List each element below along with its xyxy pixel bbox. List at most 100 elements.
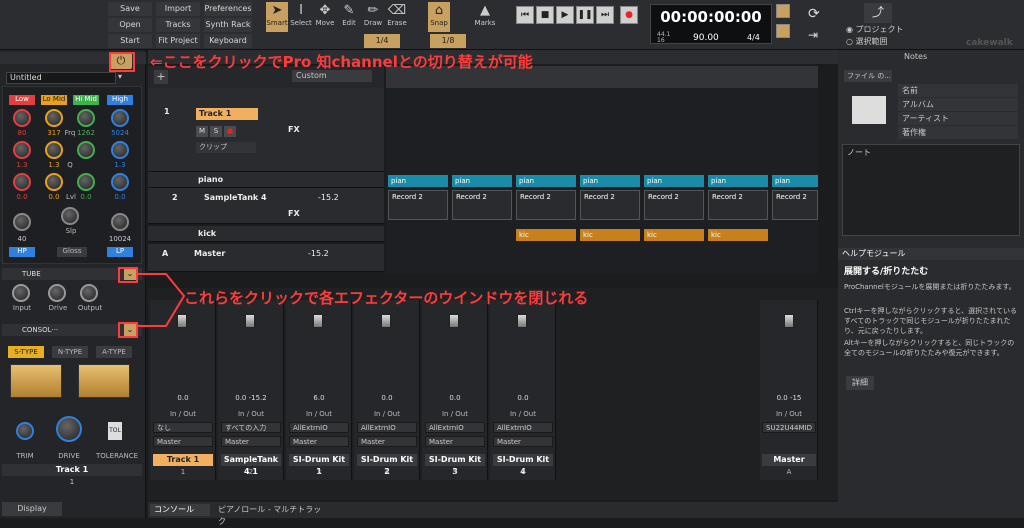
tolerance-switch[interactable]: TOL <box>108 422 122 440</box>
tube-drive-knob[interactable] <box>48 284 66 302</box>
output-select[interactable]: Master <box>493 436 553 447</box>
select-tool[interactable]: I Select <box>290 2 312 32</box>
tube-output-knob[interactable] <box>80 284 98 302</box>
forward-button[interactable]: ⏭ <box>596 6 614 24</box>
master-bus-volume[interactable]: -15.2 <box>308 248 329 260</box>
clip[interactable]: pian <box>516 175 576 187</box>
input-select[interactable]: AllExtrnIO <box>289 422 349 433</box>
output-select[interactable]: Master <box>221 436 281 447</box>
eq-band-himid[interactable]: Hi Mid <box>73 95 99 105</box>
eq-band-low[interactable]: Low <box>9 95 35 105</box>
input-select[interactable]: AllExtrnIO <box>357 422 417 433</box>
clip[interactable]: kic <box>644 229 704 241</box>
master-bus-name[interactable]: Master <box>194 248 225 260</box>
preferences-button[interactable]: Preferences <box>204 2 252 16</box>
volume-fader[interactable] <box>517 314 527 328</box>
track-2-volume[interactable]: -15.2 <box>318 192 339 204</box>
add-track-button[interactable]: + <box>154 70 168 84</box>
punch-toggle[interactable] <box>776 24 790 38</box>
track-2-fx[interactable]: FX <box>288 208 300 220</box>
lp-knob[interactable] <box>111 213 129 231</box>
volume-fader[interactable] <box>245 314 255 328</box>
draw-tool[interactable]: ✏ Draw <box>362 2 384 32</box>
loop-toggle[interactable] <box>776 4 790 18</box>
tab-piano-roll[interactable]: ピアノロール - マルチトラック <box>214 504 324 526</box>
volume-fader[interactable] <box>313 314 323 328</box>
smart-tool[interactable]: ➤ Smart <box>266 2 288 32</box>
tab-console[interactable]: コンソール <box>150 504 210 516</box>
share-icon[interactable]: ⤴ <box>864 3 892 23</box>
snap-resolution-1[interactable]: 1/4 <box>364 34 400 48</box>
clip[interactable]: pian <box>708 175 768 187</box>
save-preset-icon[interactable]: ▾ <box>118 72 122 81</box>
high-freq-knob[interactable] <box>111 109 129 127</box>
eq-band-high[interactable]: High <box>107 95 133 105</box>
gloss-button[interactable]: Gloss <box>57 247 87 257</box>
trim-knob[interactable] <box>16 422 34 440</box>
clip[interactable]: kic <box>580 229 640 241</box>
clip[interactable]: pian <box>580 175 640 187</box>
input-select[interactable]: すべての入力 <box>221 422 281 433</box>
refresh-icon[interactable]: ⟳ <box>808 6 820 22</box>
a-type-button[interactable]: A-TYPE <box>96 346 132 358</box>
clip-select[interactable]: クリップ <box>196 142 256 153</box>
slope-knob[interactable] <box>61 207 79 225</box>
eq-band-lomid[interactable]: Lo Mid <box>41 95 67 105</box>
output-select[interactable]: Master <box>357 436 417 447</box>
erase-tool[interactable]: ⌫ Erase <box>386 2 408 32</box>
strip-name[interactable]: SampleTank 4 1 <box>221 454 281 476</box>
track-2-name[interactable]: SampleTank 4 <box>204 192 267 204</box>
low-gain-knob[interactable] <box>13 173 31 191</box>
console-drive-knob[interactable] <box>56 416 82 442</box>
clip[interactable]: Record 2 <box>388 190 448 220</box>
selection-radio[interactable]: ○ 選択範囲 <box>846 36 888 47</box>
n-type-button[interactable]: N-TYPE <box>52 346 88 358</box>
low-q-knob[interactable] <box>13 141 31 159</box>
keyboard-button[interactable]: Keyboard <box>204 34 252 48</box>
clip[interactable]: kic <box>708 229 768 241</box>
strip-name[interactable]: Master <box>762 454 816 466</box>
pause-button[interactable]: ❚❚ <box>576 6 594 24</box>
high-q-knob[interactable] <box>111 141 129 159</box>
tube-input-knob[interactable] <box>12 284 30 302</box>
fx-bin[interactable]: FX <box>288 124 300 136</box>
volume-fader[interactable] <box>381 314 391 328</box>
clip[interactable]: pian <box>644 175 704 187</box>
marks-tool[interactable]: ▲ Marks <box>474 2 496 32</box>
copyright-field[interactable]: 著作権 <box>898 126 1018 139</box>
snap-toggle[interactable]: ⌂ Snap <box>428 2 450 32</box>
output-select[interactable]: Master <box>425 436 485 447</box>
image-placeholder-icon[interactable] <box>852 96 886 124</box>
clip[interactable]: Record 2 <box>452 190 512 220</box>
clip[interactable]: Record 2 <box>516 190 576 220</box>
clip[interactable]: pian <box>452 175 512 187</box>
display-tab[interactable]: Display <box>2 502 62 516</box>
lp-button[interactable]: LP <box>107 247 133 257</box>
himid-gain-knob[interactable] <box>77 173 95 191</box>
snap-resolution-2[interactable]: 1/8 <box>430 34 466 48</box>
clip[interactable]: Record 2 <box>708 190 768 220</box>
album-field[interactable]: アルバム <box>898 98 1018 111</box>
clip[interactable]: pian <box>772 175 818 187</box>
strip-name[interactable]: SI-Drum Kit 4 <box>493 454 553 476</box>
volume-fader[interactable] <box>784 314 794 328</box>
kick-folder-name[interactable]: kick <box>198 228 216 240</box>
move-tool[interactable]: ✥ Move <box>314 2 336 32</box>
hp-knob[interactable] <box>13 213 31 231</box>
stop-button[interactable]: ■ <box>536 6 554 24</box>
strip-name[interactable]: SI-Drum Kit 2 <box>357 454 417 476</box>
track-name[interactable]: Track 1 <box>196 108 258 120</box>
lomid-freq-knob[interactable] <box>45 109 63 127</box>
clip[interactable]: kic <box>516 229 576 241</box>
piano-folder-name[interactable]: piano <box>198 174 223 186</box>
himid-q-knob[interactable] <box>77 141 95 159</box>
output-select[interactable]: Master <box>153 436 213 447</box>
strip-name[interactable]: SI-Drum Kit 1 <box>289 454 349 476</box>
edit-tool[interactable]: ✎ Edit <box>338 2 360 32</box>
low-freq-knob[interactable] <box>13 109 31 127</box>
fit-project-button[interactable]: Fit Project <box>156 34 200 48</box>
lomid-q-knob[interactable] <box>45 141 63 159</box>
strip-name[interactable]: Track 1 <box>153 454 213 466</box>
notes-tab[interactable]: Notes <box>904 52 927 61</box>
clip[interactable]: Record 2 <box>772 190 818 220</box>
